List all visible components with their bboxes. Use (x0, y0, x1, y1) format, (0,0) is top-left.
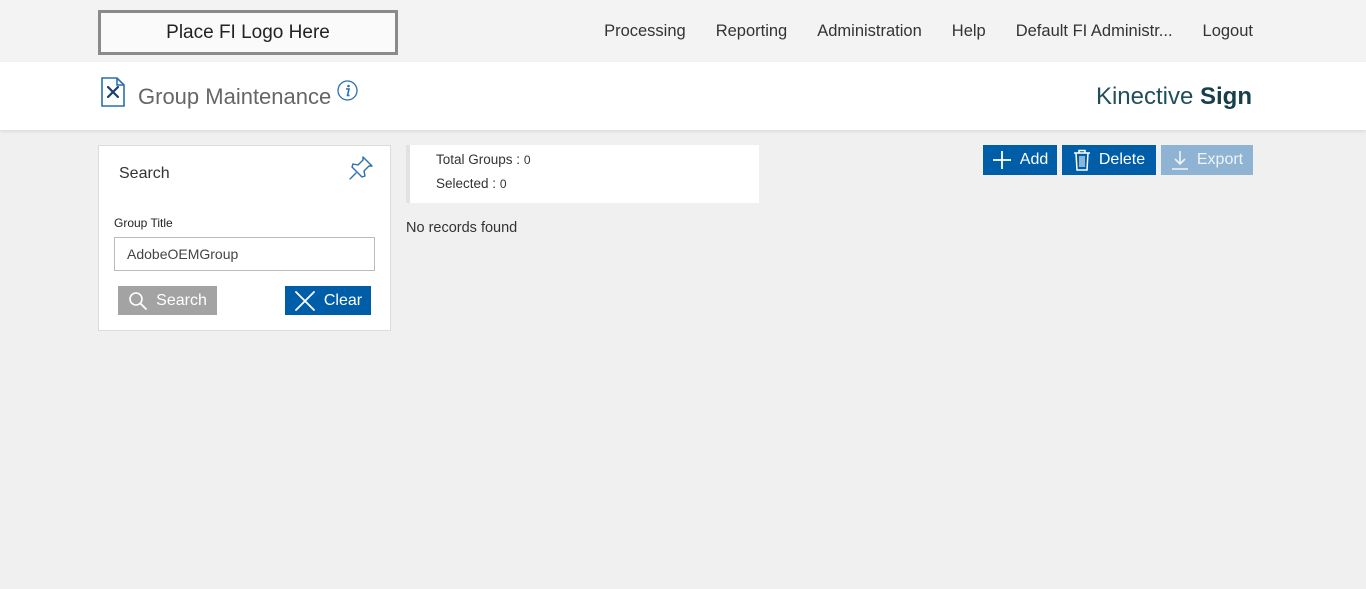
nav-user-menu[interactable]: Default FI Administr... (1016, 22, 1173, 41)
brand-suffix: Sign (1200, 83, 1252, 110)
clear-button-label: Clear (323, 291, 363, 309)
logo-text: Place FI Logo Here (166, 21, 330, 43)
nav-help[interactable]: Help (952, 22, 986, 41)
total-groups-count: 0 (523, 153, 531, 167)
group-title-label: Group Title (114, 216, 173, 230)
nav-administration[interactable]: Administration (817, 22, 922, 41)
magnifier-icon (129, 291, 148, 310)
nav-processing[interactable]: Processing (604, 22, 686, 41)
clear-button[interactable]: Clear (285, 286, 371, 315)
total-groups: Total Groups : 0 (436, 152, 531, 167)
top-header: Place FI Logo Here Processing Reporting … (0, 0, 1366, 62)
delete-button-label: Delete (1098, 151, 1146, 168)
page-title: Group Maintenance (138, 84, 332, 109)
search-panel-title: Search (119, 165, 170, 182)
search-button[interactable]: Search (118, 286, 217, 315)
brand-logo: Kinective Sign (1096, 83, 1252, 111)
download-icon (1171, 151, 1188, 170)
main-nav: Processing Reporting Administration Help… (574, 22, 1253, 41)
trash-icon (1073, 149, 1090, 171)
document-tools-icon (100, 77, 126, 112)
selected-count: Selected : 0 (436, 176, 507, 191)
empty-state-message: No records found (406, 220, 518, 236)
selected-count-value: 0 (499, 177, 507, 191)
selection-summary: Total Groups : 0 Selected : 0 (406, 145, 759, 203)
x-icon (294, 290, 315, 311)
search-panel: Search Group Title Search Clear (98, 145, 391, 331)
add-button[interactable]: Add (983, 145, 1057, 175)
group-title-input[interactable] (114, 237, 375, 271)
fi-logo-placeholder[interactable]: Place FI Logo Here (98, 10, 398, 55)
total-groups-label: Total Groups : (436, 152, 521, 167)
search-button-label: Search (156, 291, 207, 309)
page-title-bar: Group Maintenance Kinective Sign (0, 62, 1366, 130)
plus-icon (992, 151, 1011, 169)
delete-button[interactable]: Delete (1062, 145, 1156, 175)
brand-name: Kinective (1095, 83, 1194, 110)
export-button[interactable]: Export (1161, 145, 1253, 175)
nav-reporting[interactable]: Reporting (716, 22, 788, 41)
add-button-label: Add (1019, 151, 1049, 168)
pin-icon[interactable] (347, 154, 375, 187)
info-icon[interactable] (337, 80, 358, 106)
selected-label: Selected : (436, 176, 497, 191)
nav-logout[interactable]: Logout (1203, 22, 1253, 41)
export-button-label: Export (1196, 151, 1244, 168)
